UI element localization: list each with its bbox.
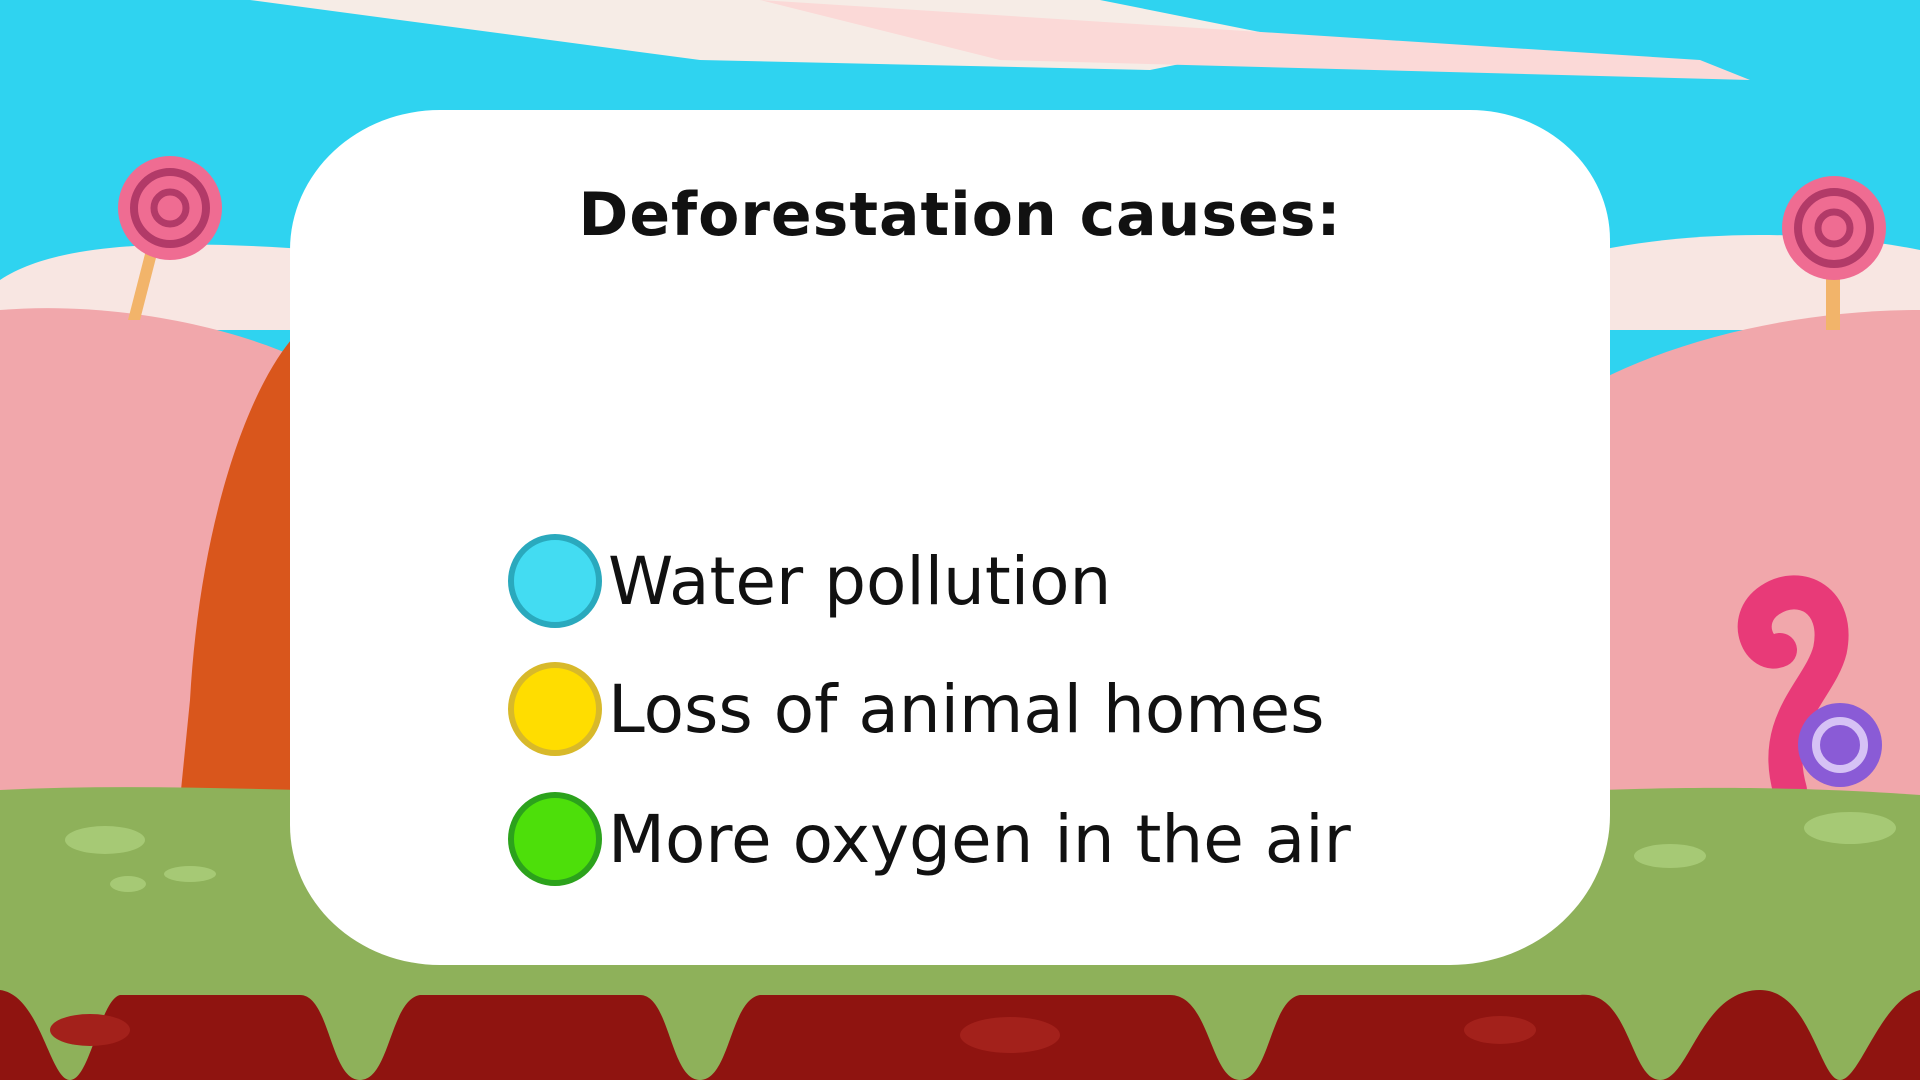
- game-screen: Deforestation causes: Water pollution Lo…: [0, 0, 1920, 1080]
- blue-circle-icon: [508, 534, 602, 628]
- answer-option-label: More oxygen in the air: [608, 800, 1351, 878]
- question-text: Deforestation causes:: [578, 180, 1342, 250]
- answer-option-loss-of-animal-homes[interactable]: Loss of animal homes: [508, 654, 1325, 764]
- answer-option-water-pollution[interactable]: Water pollution: [508, 526, 1111, 636]
- green-circle-icon: [508, 792, 602, 886]
- yellow-circle-icon: [508, 662, 602, 756]
- answer-option-more-oxygen[interactable]: More oxygen in the air: [508, 784, 1351, 894]
- answer-option-label: Water pollution: [608, 542, 1112, 620]
- answer-option-label: Loss of animal homes: [608, 670, 1325, 748]
